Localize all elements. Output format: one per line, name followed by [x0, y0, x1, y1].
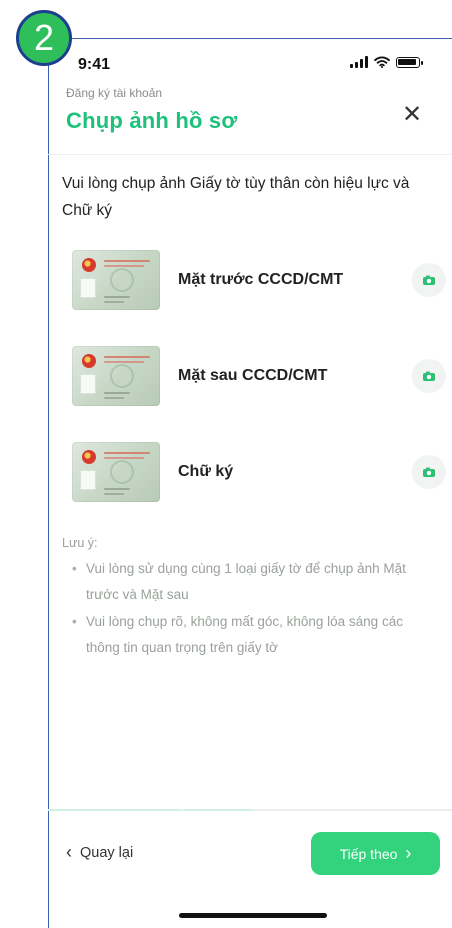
camera-icon — [423, 371, 435, 381]
close-icon: ✕ — [401, 101, 423, 128]
note-list: Vui lòng sử dụng cùng 1 loại giấy tờ để … — [72, 556, 432, 661]
document-label-back: Mặt sau CCCD/CMT — [178, 367, 328, 384]
chevron-right-icon: › — [405, 842, 412, 863]
document-item-back[interactable]: Mặt sau CCCD/CMT — [72, 345, 446, 407]
note-title: Lưu ý: — [62, 536, 98, 550]
portrait-placeholder — [80, 470, 96, 490]
note-item: Vui lòng chụp rõ, không mất góc, không l… — [72, 609, 432, 662]
camera-icon — [423, 275, 435, 285]
id-card-thumbnail — [72, 346, 160, 406]
header-separator — [48, 154, 452, 155]
instruction-text: Vui lòng chụp ảnh Giấy tờ tùy thân còn h… — [62, 175, 410, 220]
battery-icon — [396, 56, 423, 68]
next-button-label: Tiếp theo — [339, 845, 398, 862]
status-time: 9:41 — [78, 56, 111, 73]
card-stamp — [110, 460, 134, 484]
frame-top-line — [48, 38, 452, 39]
document-item-signature[interactable]: Chữ ký — [72, 441, 446, 503]
id-card-thumbnail — [72, 250, 160, 310]
portrait-placeholder — [80, 278, 96, 298]
document-label-signature: Chữ ký — [178, 463, 234, 480]
back-button[interactable]: ‹ Quay lại — [66, 842, 134, 862]
progress-segment-1 — [48, 809, 180, 811]
id-card-thumbnail — [72, 442, 160, 502]
camera-button-signature[interactable] — [412, 455, 446, 489]
back-button-label: Quay lại — [80, 845, 134, 861]
progress-segment-2 — [184, 809, 252, 811]
portrait-placeholder — [80, 374, 96, 394]
frame-left-line — [48, 38, 49, 928]
document-item-front[interactable]: Mặt trước CCCD/CMT — [72, 249, 446, 311]
camera-icon — [423, 467, 435, 477]
close-button[interactable]: ✕ — [398, 101, 426, 129]
page-title: Chụp ảnh hồ sơ — [66, 108, 238, 133]
chevron-left-icon: ‹ — [66, 842, 72, 862]
breadcrumb: Đăng ký tài khoản — [66, 86, 163, 100]
national-seal-icon — [82, 354, 96, 368]
progress-track — [48, 809, 452, 811]
camera-button-back[interactable] — [412, 359, 446, 393]
national-seal-icon — [82, 450, 96, 464]
status-icons — [350, 56, 423, 68]
signal-icon — [350, 56, 368, 68]
step-badge: 2 — [16, 10, 72, 66]
note-item: Vui lòng sử dụng cùng 1 loại giấy tờ để … — [72, 556, 432, 609]
document-label-front: Mặt trước CCCD/CMT — [178, 271, 344, 288]
card-stamp — [110, 364, 134, 388]
camera-button-front[interactable] — [412, 263, 446, 297]
national-seal-icon — [82, 258, 96, 272]
next-button[interactable]: Tiếp theo › — [311, 832, 440, 875]
wifi-icon — [374, 56, 390, 68]
card-stamp — [110, 268, 134, 292]
home-indicator — [179, 913, 327, 918]
